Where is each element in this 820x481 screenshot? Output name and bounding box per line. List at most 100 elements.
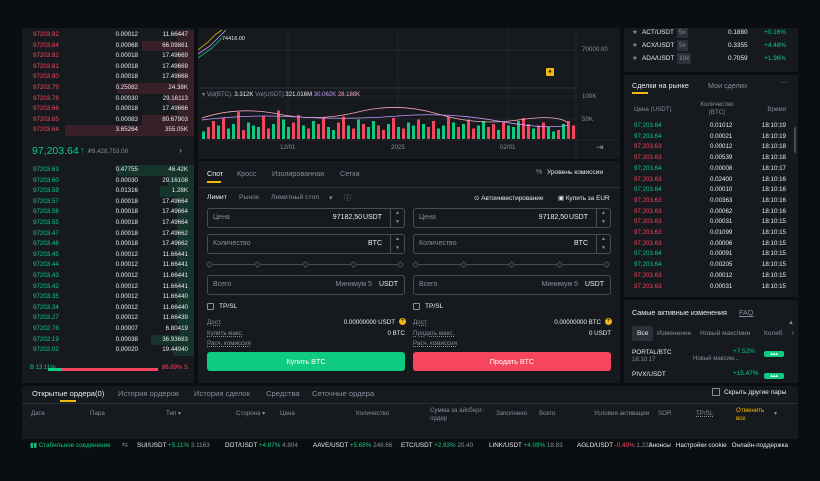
buy-tpsl-checkbox[interactable] <box>207 303 214 310</box>
star-icon[interactable]: ★ <box>632 40 638 51</box>
watchlist-row[interactable]: ★ ACT/USDT 5x 0.1880 +0.16% <box>624 28 798 38</box>
order-type-stop-limit[interactable]: Лимитный стоп <box>271 194 319 201</box>
cancel-all-button[interactable]: Отменить все <box>736 407 772 423</box>
order-type-market[interactable]: Рынок <box>239 194 259 201</box>
buy-eur-link[interactable]: ▣ Купить за EUR <box>558 194 610 202</box>
footer-link[interactable]: Онлайн-поддержка <box>732 442 788 449</box>
bid-row[interactable]: 97203.56 0.00018 17.49664 <box>22 207 194 218</box>
ticker-item[interactable]: SUI/USDT +5.11% 3.1163 <box>137 439 210 453</box>
ask-row[interactable]: 97203.84 0.00068 66.09861 <box>22 40 194 52</box>
buy-quantity-field[interactable]: Количество BTC ▲ ▼ <box>207 234 405 254</box>
footer-link[interactable]: Анонсы <box>648 442 670 449</box>
bid-row[interactable]: 97202.02 0.00020 19.44040 <box>22 345 194 356</box>
chevron-down-icon[interactable]: ▾ <box>774 410 777 417</box>
gift-icon[interactable]: ★ <box>546 68 554 76</box>
tab-cross[interactable]: Кросс <box>237 169 256 178</box>
ticker-item[interactable]: DOT/USDT +4.87% 4.804 <box>225 439 298 453</box>
movers-tab-all[interactable]: Все <box>632 326 654 341</box>
buy-amount-slider[interactable] <box>205 260 405 268</box>
ticker-item[interactable]: AAVE/USDT +5.68% 248.66 <box>313 439 392 453</box>
price-chart[interactable]: 74416.00 70000.00 ★ ▾ Vol(BTC): 3.312K V… <box>198 28 620 159</box>
sell-total-field[interactable]: Всего Минимум 5 USDT <box>413 275 611 295</box>
movers-tab-change[interactable]: Изменение <box>657 330 691 337</box>
info-icon[interactable]: ⓘ <box>344 193 351 203</box>
sell-quantity-field[interactable]: Количество BTC ▲ ▼ <box>413 234 611 254</box>
tab-open-orders[interactable]: Открытые ордера(0) <box>32 389 104 398</box>
ask-row[interactable]: 97203.79 0.25082 24.38K <box>22 83 194 94</box>
tab-order-history[interactable]: История ордеров <box>118 389 179 398</box>
bid-row[interactable]: 97203.34 0.00012 11.66440 <box>22 302 194 314</box>
deposit-icon[interactable]: + <box>605 318 612 325</box>
stepper-arrows[interactable]: ▲ ▼ <box>390 209 404 227</box>
ask-row[interactable]: 97203.66 0.00018 17.49666 <box>22 104 194 115</box>
last-price-row[interactable]: 97,203.64 ↑ ₽9,428,753.08 › <box>22 142 194 162</box>
bid-row[interactable]: 97203.35 0.00012 11.66440 <box>22 292 194 303</box>
star-icon[interactable]: ★ <box>632 53 638 64</box>
hide-other-pairs-checkbox[interactable] <box>712 388 720 396</box>
chevron-down-icon[interactable]: ▾ <box>329 194 332 202</box>
buy-total-field[interactable]: Всего Минимум 5 USDT <box>207 275 405 295</box>
tab-grid[interactable]: Сетка <box>340 169 360 178</box>
ask-row[interactable]: 97203.78 0.00030 29.16113 <box>22 93 194 105</box>
chevron-right-icon[interactable]: › <box>792 330 794 337</box>
ask-row[interactable]: 97203.92 0.00012 11.66447 <box>22 30 194 41</box>
ticker-settings-icon[interactable]: ⇆ <box>122 439 128 453</box>
ask-row[interactable]: 97203.65 0.00083 80.67903 <box>22 114 194 126</box>
bid-row[interactable]: 97203.46 0.00018 17.49662 <box>22 239 194 250</box>
bid-row[interactable]: 97203.42 0.00012 11.66441 <box>22 281 194 293</box>
bid-row[interactable]: 97202.19 0.00038 36.93683 <box>22 334 194 346</box>
tab-trade-history[interactable]: История сделок <box>194 389 250 398</box>
bid-row[interactable]: 97203.44 0.00012 11.66441 <box>22 260 194 271</box>
ask-row[interactable]: 97203.64 3.65264 355.05K <box>22 125 194 136</box>
bid-row[interactable]: 97203.43 0.00012 11.66441 <box>22 271 194 282</box>
deposit-icon[interactable]: + <box>399 318 406 325</box>
bid-row[interactable]: 97202.78 0.00007 6.80419 <box>22 324 194 335</box>
fee-level-link[interactable]: Уровень комиссии <box>547 169 603 176</box>
ticker-item[interactable]: ETC/USDT +2.93% 20.40 <box>401 439 473 453</box>
ask-price: 97203.81 <box>33 62 59 70</box>
footer-link[interactable]: Настройки cookie <box>676 442 727 449</box>
bid-row[interactable]: 97203.63 0.47755 46.42K <box>22 165 194 176</box>
stepper-arrows[interactable]: ▲ ▼ <box>596 235 610 253</box>
tab-isolated[interactable]: Изолированная <box>272 169 324 178</box>
faq-link[interactable]: FAQ <box>739 308 753 317</box>
scrollbar[interactable] <box>794 127 796 153</box>
chevron-right-icon[interactable]: › <box>179 145 182 155</box>
time-range-icon[interactable]: ⇥ <box>596 142 604 153</box>
stepper-arrows[interactable]: ▲ ▼ <box>596 209 610 227</box>
bid-row[interactable]: 97203.47 0.00018 17.49662 <box>22 228 194 240</box>
tab-market-trades[interactable]: Сделки на рынке <box>632 81 689 90</box>
order-type-limit[interactable]: Лимит <box>207 194 227 201</box>
watchlist-row[interactable]: ★ ACX/USDT 5x 0.3355 +4.48% <box>624 40 798 51</box>
watchlist-row[interactable]: ★ ADA/USDT 10x 0.7059 +1.96% <box>624 53 798 64</box>
more-icon[interactable]: ··· <box>780 78 788 87</box>
ask-row[interactable]: 97203.81 0.00018 17.49669 <box>22 61 194 73</box>
sell-amount-slider[interactable] <box>411 260 611 268</box>
tab-grid-orders[interactable]: Сеточные ордера <box>312 389 374 398</box>
bid-row[interactable]: 97203.59 0.01316 1.28K <box>22 186 194 197</box>
buy-button[interactable]: Купить BTC <box>207 352 405 371</box>
bid-row[interactable]: 97203.45 0.00012 11.66441 <box>22 249 194 261</box>
tab-spot[interactable]: Спот <box>207 169 223 178</box>
mover-row[interactable]: PORTAL/BTC 18:10:17 +7.52% Новый максим... ▴… <box>624 347 798 369</box>
ticker-item[interactable]: LINK/USDT +4.09% 18.83 <box>489 439 563 453</box>
collapse-icon[interactable]: ▲ <box>788 320 794 326</box>
tab-my-trades[interactable]: Мои сделки <box>708 81 747 90</box>
bid-row[interactable]: 97203.60 0.00030 29.16108 <box>22 175 194 187</box>
ask-row[interactable]: 97203.82 0.00018 17.49669 <box>22 51 194 62</box>
auto-invest-link[interactable]: ⊙ Автоинвестирование <box>474 194 543 202</box>
stepper-arrows[interactable]: ▲ ▼ <box>390 235 404 253</box>
sell-price-field[interactable]: Цена 97182,50 USDT ▲ ▼ <box>413 208 611 228</box>
sell-tpsl-checkbox[interactable] <box>413 303 420 310</box>
star-icon[interactable]: ★ <box>632 28 638 38</box>
bid-row[interactable]: 97203.55 0.00018 17.49664 <box>22 218 194 229</box>
ask-row[interactable]: 97203.80 0.00018 17.49668 <box>22 72 194 83</box>
buy-price-field[interactable]: Цена 97182,50 USDT ▲ ▼ <box>207 208 405 228</box>
ticker-item[interactable]: AGLD/USDT -0.49% 1.223 <box>577 439 652 453</box>
bid-row[interactable]: 97203.27 0.00012 11.66439 <box>22 313 194 324</box>
movers-tab-new-high-low[interactable]: Новый макс/мин <box>700 330 750 337</box>
sell-button[interactable]: Продать BTC <box>413 352 611 371</box>
bid-row[interactable]: 97203.57 0.00018 17.49664 <box>22 196 194 208</box>
tab-funds[interactable]: Средства <box>266 389 300 398</box>
movers-tab-volatility[interactable]: Колеб <box>764 330 783 337</box>
